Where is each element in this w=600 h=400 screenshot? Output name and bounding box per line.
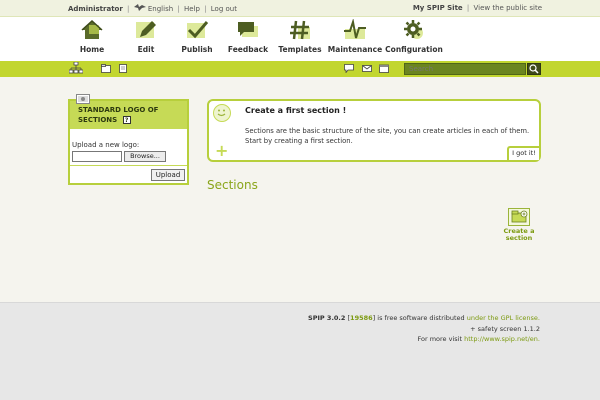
- create-section-icon: [508, 208, 530, 226]
- safety-screen-text: + safety screen 1.1.2: [470, 324, 540, 333]
- help-link[interactable]: Help: [184, 5, 200, 13]
- more-info-text: For more visit: [417, 335, 463, 343]
- panel-title: STANDARD LOGO OF SECTIONS: [78, 106, 159, 124]
- flag-icon: [133, 4, 148, 13]
- file-path-field[interactable]: [72, 151, 122, 162]
- info-body: Sections are the basic structure of the …: [245, 127, 530, 145]
- separator: |: [127, 5, 130, 13]
- search-input[interactable]: [404, 63, 526, 75]
- plus-icon: +: [215, 141, 229, 160]
- calendar-icon[interactable]: [379, 64, 389, 75]
- help-icon[interactable]: ?: [122, 116, 131, 124]
- separator: |: [177, 5, 180, 13]
- speech-bubble-icon: [236, 19, 260, 41]
- user-links: Administrator | English | Help | Log out: [68, 4, 237, 13]
- separator: |: [204, 5, 207, 13]
- top-bar: Administrator | English | Help | Log out…: [0, 0, 600, 17]
- view-public-site-link[interactable]: View the public site: [474, 4, 542, 12]
- nav-label: Templates: [278, 45, 322, 54]
- chat-icon[interactable]: [344, 64, 354, 75]
- upload-label: Upload a new logo:: [72, 141, 140, 149]
- nav-feedback[interactable]: Feedback: [218, 19, 278, 54]
- search-icon: [529, 64, 539, 74]
- nav-maintenance[interactable]: Maintenance: [325, 18, 385, 54]
- site-name-link[interactable]: My SPIP Site: [413, 4, 463, 12]
- gear-icon: [402, 19, 426, 41]
- separator: |: [466, 4, 470, 12]
- nav-label: Feedback: [227, 45, 269, 54]
- spip-website-link[interactable]: http://www.spip.net/en.: [464, 335, 540, 343]
- panel-header: STANDARD LOGO OF SECTIONS ?: [70, 101, 187, 129]
- footer-line-3: For more visit http://www.spip.net/en.: [308, 334, 541, 345]
- sections-heading: Sections: [207, 178, 258, 192]
- pulse-icon: [343, 18, 367, 41]
- hash-icon: [288, 19, 312, 41]
- logout-link[interactable]: Log out: [211, 5, 237, 13]
- standard-logo-panel: STANDARD LOGO OF SECTIONS ? Upload a new…: [68, 94, 189, 185]
- nav-templates[interactable]: Templates: [270, 19, 330, 54]
- divider: [70, 165, 187, 166]
- sitemap-icon[interactable]: [68, 61, 84, 77]
- toolbar: [0, 61, 600, 77]
- folder-icon[interactable]: [101, 64, 111, 75]
- spip-version: SPIP 3.0.2: [308, 314, 346, 322]
- footer: SPIP 3.0.2 [19586] is free software dist…: [0, 302, 600, 400]
- site-links: My SPIP Site | View the public site: [413, 4, 542, 12]
- pencil-icon: [134, 19, 158, 41]
- document-icon[interactable]: [118, 64, 128, 75]
- footer-line-1: SPIP 3.0.2 [19586] is free software dist…: [308, 314, 540, 322]
- smiley-icon: [213, 104, 231, 122]
- nav-label: Configuration: [385, 45, 443, 54]
- nav-configuration[interactable]: Configuration: [384, 19, 444, 54]
- got-it-button[interactable]: I got it!: [507, 146, 539, 160]
- nav-label: Maintenance: [327, 45, 383, 54]
- main-navigation: Home Edit Publish Feedback Templates Mai…: [0, 17, 600, 61]
- nav-label: Home: [79, 45, 105, 54]
- create-section-button[interactable]: Create a section: [502, 208, 536, 242]
- user-name-link[interactable]: Administrator: [68, 5, 123, 13]
- upload-button[interactable]: Upload: [151, 169, 185, 181]
- info-title: Create a first section !: [245, 106, 347, 115]
- create-section-label: Create a section: [503, 227, 535, 242]
- nav-home[interactable]: Home: [62, 19, 122, 54]
- browse-button[interactable]: Browse...: [124, 151, 166, 162]
- first-section-info-box: Create a first section ! Sections are th…: [207, 99, 541, 162]
- checkmark-icon: [185, 19, 209, 41]
- free-software-text: is free software distributed: [377, 314, 465, 322]
- home-icon: [80, 19, 104, 41]
- revision-link[interactable]: 19586: [350, 314, 373, 322]
- footer-text: SPIP 3.0.2 [19586] is free software dist…: [308, 313, 540, 345]
- image-icon: [76, 94, 90, 104]
- license-link[interactable]: under the GPL license.: [467, 314, 540, 322]
- search-button[interactable]: [527, 63, 541, 75]
- language-link[interactable]: English: [148, 5, 173, 13]
- mail-icon[interactable]: [362, 64, 372, 75]
